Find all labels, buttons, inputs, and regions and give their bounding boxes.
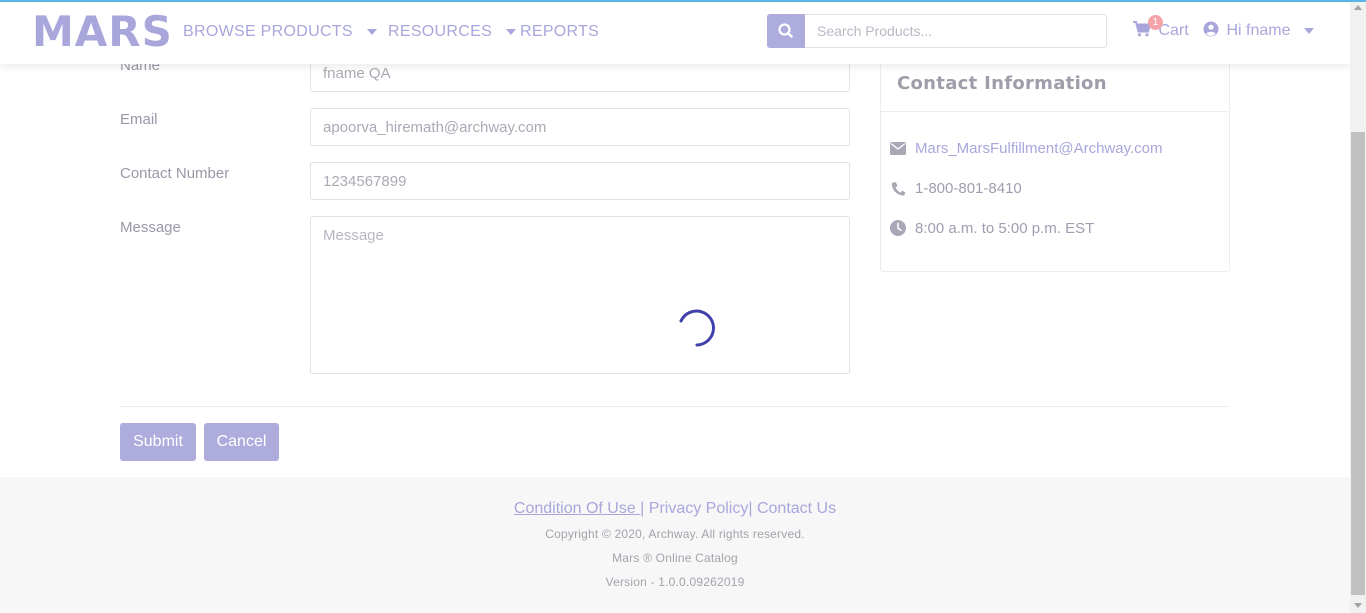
footer-condition-of-use-link[interactable]: Condition Of Use: [514, 500, 640, 517]
contact-information-card: Contact Information Mars_MarsFulfillment…: [880, 58, 1230, 272]
contact-phone-row: 1-800-801-8410: [889, 179, 1022, 197]
nav-reports-label: REPORTS: [520, 23, 600, 40]
page-footer: Condition Of Use | Privacy Policy| Conta…: [0, 477, 1350, 613]
nav-browse-products[interactable]: BROWSE PRODUCTS: [183, 22, 377, 42]
contact-information-header: Contact Information: [881, 59, 1229, 112]
contact-number-field[interactable]: [310, 162, 850, 200]
footer-links: Condition Of Use | Privacy Policy| Conta…: [0, 500, 1350, 518]
cancel-button[interactable]: Cancel: [204, 423, 279, 461]
phone-icon: [889, 179, 907, 197]
message-field[interactable]: [310, 216, 850, 374]
nav-resources[interactable]: RESOURCES: [388, 22, 517, 42]
page-loading-bar: [0, 0, 1366, 2]
search-button[interactable]: [767, 14, 805, 48]
contact-information-title: Contact Information: [897, 73, 1107, 94]
user-circle-icon: [1203, 21, 1219, 37]
loading-spinner: [679, 309, 715, 347]
scrollbar-thumb[interactable]: [1351, 132, 1365, 595]
footer-privacy-policy-link[interactable]: Privacy Policy: [649, 500, 749, 517]
chevron-down-icon: [366, 28, 377, 35]
form-divider: [120, 406, 1230, 407]
contact-email-link[interactable]: Mars_MarsFulfillment@Archway.com: [915, 140, 1163, 157]
scroll-down-arrow-icon[interactable]: [1354, 603, 1362, 608]
user-menu[interactable]: Hi fname: [1203, 21, 1315, 40]
footer-copyright: Copyright © 2020, Archway. All rights re…: [545, 527, 805, 541]
footer-catalog: Mars ® Online Catalog: [612, 551, 738, 565]
nav-resources-label: RESOURCES: [388, 23, 493, 40]
search-input[interactable]: [805, 14, 1107, 48]
nav-browse-products-label: BROWSE PRODUCTS: [183, 23, 353, 40]
submit-button[interactable]: Submit: [120, 423, 196, 461]
brand-logo[interactable]: MARS: [32, 11, 173, 53]
contact-email-row: Mars_MarsFulfillment@Archway.com: [889, 139, 1163, 157]
contact-hours-text: 8:00 a.m. to 5:00 p.m. EST: [915, 219, 1095, 237]
footer-contact-us-link[interactable]: Contact Us: [753, 500, 836, 517]
contact-phone-text: 1-800-801-8410: [915, 179, 1022, 197]
clock-icon: [889, 219, 907, 237]
footer-separator: |: [640, 500, 645, 517]
contact-number-label: Contact Number: [120, 165, 230, 182]
email-field[interactable]: [310, 108, 850, 146]
chevron-down-icon: [1304, 27, 1315, 34]
search-icon: [778, 23, 793, 38]
footer-version: Version - 1.0.0.09262019: [605, 575, 745, 589]
envelope-icon: [889, 139, 907, 157]
scroll-up-arrow-icon[interactable]: [1354, 5, 1362, 10]
contact-hours-row: 8:00 a.m. to 5:00 p.m. EST: [889, 219, 1094, 237]
top-navbar: MARS BROWSE PRODUCTS RESOURCES REPORTS C…: [0, 2, 1350, 64]
email-label: Email: [120, 111, 158, 128]
message-label: Message: [120, 219, 181, 236]
user-greeting: Hi fname: [1226, 22, 1291, 39]
cart-count-badge: 1: [1148, 15, 1163, 30]
nav-reports[interactable]: REPORTS: [520, 22, 599, 42]
cart-label: Cart: [1158, 22, 1189, 39]
chevron-down-icon: [506, 28, 517, 35]
